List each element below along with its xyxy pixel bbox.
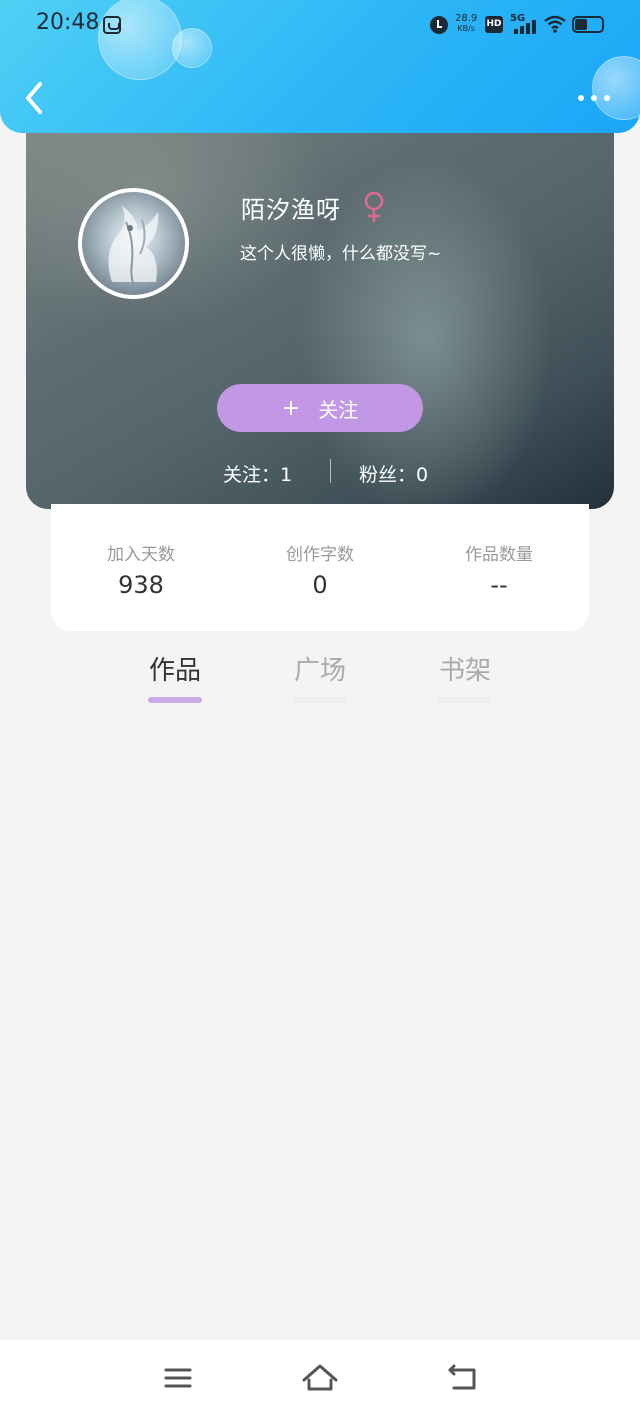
status-time: 20:48 [36, 10, 100, 35]
wifi-icon [544, 15, 566, 33]
decorative-bubble [172, 28, 212, 68]
follow-button-label: 关注 [318, 397, 359, 422]
header: 20:48 28.9 KB/s HD 5G [0, 0, 640, 133]
network-speed-unit: KB/s [457, 24, 475, 33]
decorative-bubble [98, 0, 182, 80]
stat-label: 加入天数 [107, 545, 175, 565]
follow-button[interactable]: + 关注 [217, 384, 423, 432]
user-name: 陌汐渔呀 [241, 196, 341, 224]
stat-value: -- [490, 571, 508, 599]
back-icon[interactable] [442, 1360, 482, 1396]
tab-square-indicator [293, 697, 347, 703]
signal-icon [514, 20, 538, 34]
tab-works[interactable]: 作品 [135, 650, 215, 687]
stat-join-days: 加入天数 938 [51, 540, 231, 599]
stat-value: 0 [312, 571, 328, 599]
chevron-left-icon[interactable] [20, 80, 50, 116]
battery-icon [572, 16, 604, 33]
tab-square[interactable]: 广场 [280, 650, 360, 687]
more-horizontal-icon[interactable] [572, 86, 616, 110]
followers-count[interactable]: 粉丝：0 [359, 460, 428, 487]
network-speed: 28.9 KB/s [455, 14, 477, 34]
tab-bookshelf[interactable]: 书架 [425, 650, 505, 687]
avatar[interactable] [78, 188, 189, 299]
app-notification-icon [103, 16, 121, 34]
network-speed-value: 28.9 [455, 13, 478, 24]
stat-works-count: 作品数量 -- [409, 540, 589, 599]
stats-card: 加入天数 938 创作字数 0 作品数量 -- [51, 504, 589, 631]
plus-icon: + [281, 395, 301, 421]
tab-bookshelf-indicator [437, 697, 491, 703]
female-icon [364, 191, 384, 222]
system-nav-bar [0, 1340, 640, 1415]
divider [330, 459, 331, 483]
dragon-avatar-image [108, 206, 159, 288]
home-icon[interactable] [300, 1360, 340, 1396]
alarm-icon [430, 16, 448, 34]
profile-card: 陌汐渔呀 这个人很懒，什么都没写~ + 关注 关注：1 粉丝：0 [26, 110, 614, 509]
menu-icon[interactable] [158, 1360, 198, 1396]
stat-label: 作品数量 [465, 545, 533, 565]
stat-value: 938 [118, 571, 164, 599]
stat-label: 创作字数 [286, 545, 354, 565]
hd-icon: HD [485, 16, 503, 33]
following-count[interactable]: 关注：1 [223, 460, 292, 487]
stat-word-count: 创作字数 0 [230, 540, 410, 599]
user-bio: 这个人很懒，什么都没写~ [240, 244, 442, 264]
tab-works-indicator [148, 697, 202, 703]
app-screen: 20:48 28.9 KB/s HD 5G 陌汐渔呀 这个人很懒，什么都没写~ … [0, 0, 640, 1415]
battery-level [575, 19, 587, 30]
